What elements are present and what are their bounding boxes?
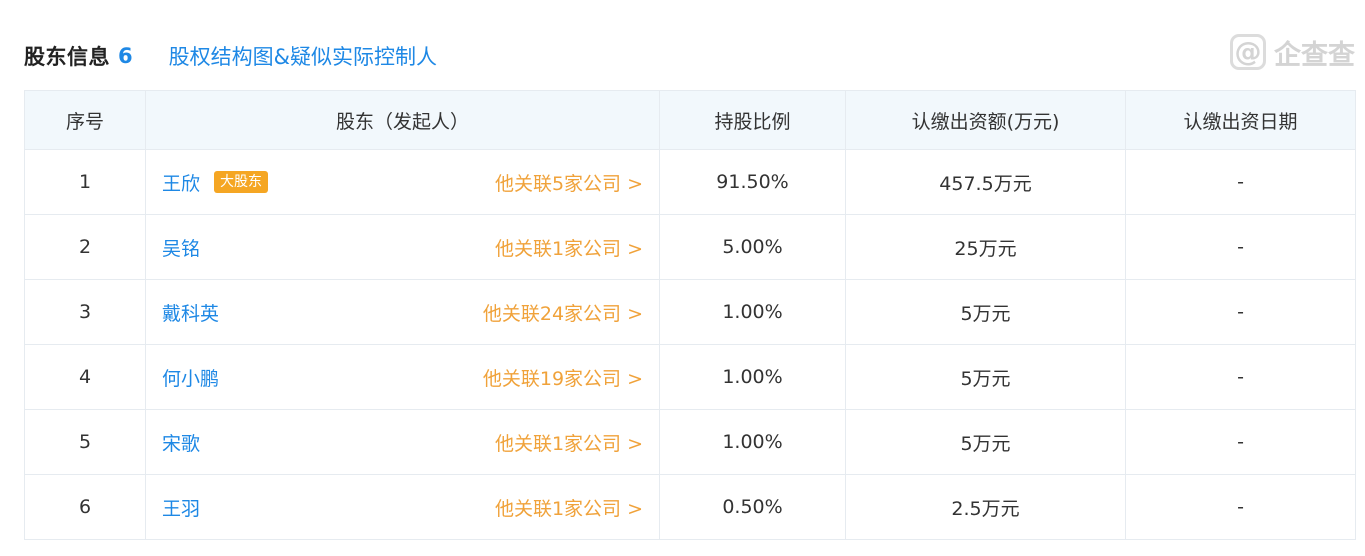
subscribed-date: - bbox=[1125, 409, 1356, 475]
subscribed-amount: 25万元 bbox=[845, 214, 1126, 280]
row-number: 5 bbox=[24, 409, 146, 475]
shareholding-ratio: 0.50% bbox=[659, 474, 846, 540]
related-companies-link[interactable]: 他关联24家公司 > bbox=[483, 299, 643, 326]
shareholding-ratio: 91.50% bbox=[659, 149, 846, 215]
subscribed-date: - bbox=[1125, 214, 1356, 280]
row-number: 6 bbox=[24, 474, 146, 540]
qichacha-logo-icon: @ bbox=[1230, 34, 1266, 70]
column-header-shareholder: 股东（发起人） bbox=[145, 90, 660, 150]
shareholder-cell: 何小鹏 他关联19家公司 > bbox=[145, 344, 660, 410]
shareholder-name-link[interactable]: 王欣 bbox=[162, 169, 200, 196]
shareholder-name-link[interactable]: 戴科英 bbox=[162, 299, 219, 326]
table-row: 2 吴铭 他关联1家公司 > 5.00% 25万元 - bbox=[24, 214, 1356, 280]
subscribed-amount: 457.5万元 bbox=[845, 149, 1126, 215]
table-header-row: 序号 股东（发起人） 持股比例 认缴出资额(万元) 认缴出资日期 bbox=[24, 90, 1356, 150]
row-number: 1 bbox=[24, 149, 146, 215]
row-number: 4 bbox=[24, 344, 146, 410]
subscribed-date: - bbox=[1125, 344, 1356, 410]
column-header-ratio: 持股比例 bbox=[659, 90, 846, 150]
shareholder-panel: 股东信息 6 股权结构图&疑似实际控制人 @ 企查查 序号 股东（发起人） 持股… bbox=[0, 0, 1365, 556]
shareholder-cell: 吴铭 他关联1家公司 > bbox=[145, 214, 660, 280]
section-title: 股东信息 bbox=[24, 45, 110, 69]
shareholder-name-link[interactable]: 何小鹏 bbox=[162, 364, 219, 391]
related-companies-link[interactable]: 他关联1家公司 > bbox=[495, 494, 643, 521]
shareholder-cell: 王羽 他关联1家公司 > bbox=[145, 474, 660, 540]
related-companies-link[interactable]: 他关联19家公司 > bbox=[483, 364, 643, 391]
shareholding-ratio: 5.00% bbox=[659, 214, 846, 280]
shareholder-cell: 戴科英 他关联24家公司 > bbox=[145, 279, 660, 345]
row-number: 3 bbox=[24, 279, 146, 345]
related-companies-link[interactable]: 他关联5家公司 > bbox=[495, 169, 643, 196]
table-row: 6 王羽 他关联1家公司 > 0.50% 2.5万元 - bbox=[24, 474, 1356, 540]
column-header-date: 认缴出资日期 bbox=[1125, 90, 1356, 150]
related-companies-link[interactable]: 他关联1家公司 > bbox=[495, 234, 643, 261]
subscribed-date: - bbox=[1125, 474, 1356, 540]
subscribed-amount: 5万元 bbox=[845, 344, 1126, 410]
row-number: 2 bbox=[24, 214, 146, 280]
subscribed-date: - bbox=[1125, 279, 1356, 345]
shareholder-cell: 王欣 大股东 他关联5家公司 > bbox=[145, 149, 660, 215]
shareholder-name-link[interactable]: 吴铭 bbox=[162, 234, 200, 261]
subscribed-amount: 5万元 bbox=[845, 279, 1126, 345]
equity-structure-link[interactable]: 股权结构图&疑似实际控制人 bbox=[169, 41, 437, 71]
shareholding-ratio: 1.00% bbox=[659, 409, 846, 475]
shareholder-name-link[interactable]: 王羽 bbox=[162, 494, 200, 521]
column-header-no: 序号 bbox=[24, 90, 146, 150]
shareholder-name-link[interactable]: 宋歌 bbox=[162, 429, 200, 456]
shareholding-ratio: 1.00% bbox=[659, 344, 846, 410]
table-row: 5 宋歌 他关联1家公司 > 1.00% 5万元 - bbox=[24, 409, 1356, 475]
shareholder-count: 6 bbox=[118, 44, 133, 68]
qichacha-logo-text: 企查查 bbox=[1274, 39, 1355, 71]
shareholder-table: 序号 股东（发起人） 持股比例 认缴出资额(万元) 认缴出资日期 1 王欣 大股… bbox=[24, 90, 1356, 540]
shareholding-ratio: 1.00% bbox=[659, 279, 846, 345]
major-shareholder-badge: 大股东 bbox=[214, 171, 269, 193]
table-row: 4 何小鹏 他关联19家公司 > 1.00% 5万元 - bbox=[24, 344, 1356, 410]
related-companies-link[interactable]: 他关联1家公司 > bbox=[495, 429, 643, 456]
table-row: 3 戴科英 他关联24家公司 > 1.00% 5万元 - bbox=[24, 279, 1356, 345]
table-row: 1 王欣 大股东 他关联5家公司 > 91.50% 457.5万元 - bbox=[24, 149, 1356, 215]
shareholder-cell: 宋歌 他关联1家公司 > bbox=[145, 409, 660, 475]
subscribed-date: - bbox=[1125, 149, 1356, 215]
subscribed-amount: 2.5万元 bbox=[845, 474, 1126, 540]
column-header-amount: 认缴出资额(万元) bbox=[845, 90, 1126, 150]
subscribed-amount: 5万元 bbox=[845, 409, 1126, 475]
qichacha-logo: @ 企查查 bbox=[1230, 32, 1355, 72]
section-header: 股东信息 6 股权结构图&疑似实际控制人 bbox=[24, 36, 437, 76]
